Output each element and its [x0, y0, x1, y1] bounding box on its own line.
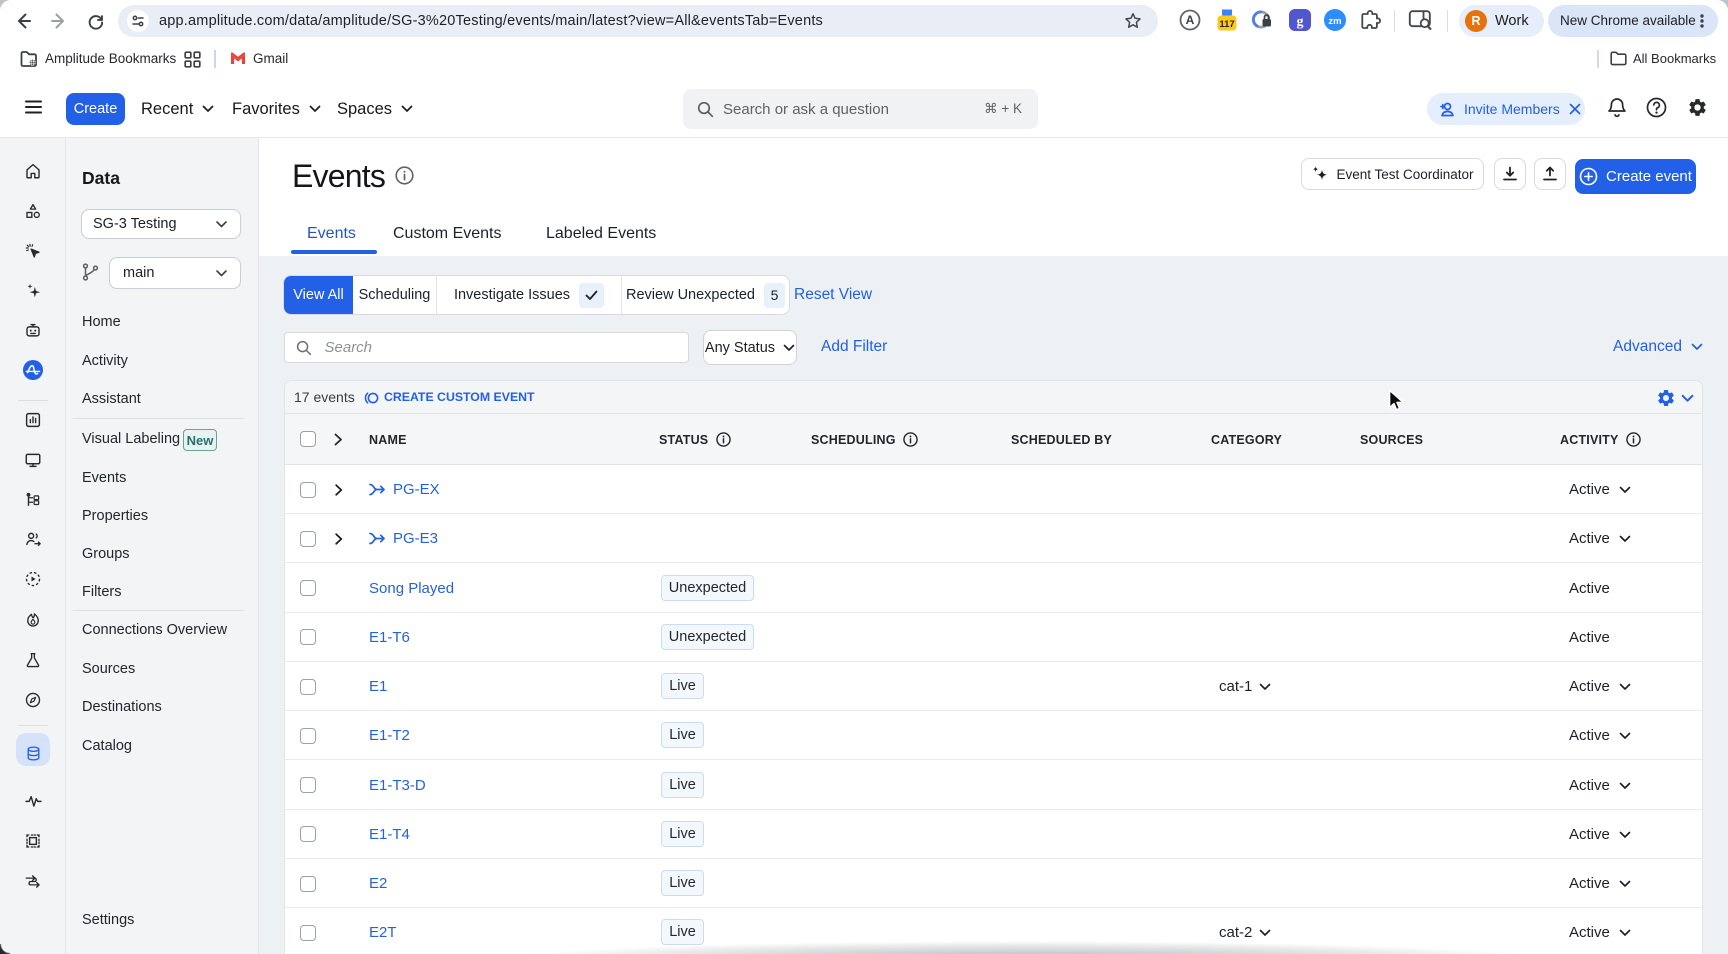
svg-text:117: 117	[1219, 19, 1234, 30]
svg-text:zm: zm	[1328, 16, 1341, 27]
svg-text:g: g	[1297, 15, 1304, 30]
svg-text:A: A	[1186, 13, 1195, 27]
